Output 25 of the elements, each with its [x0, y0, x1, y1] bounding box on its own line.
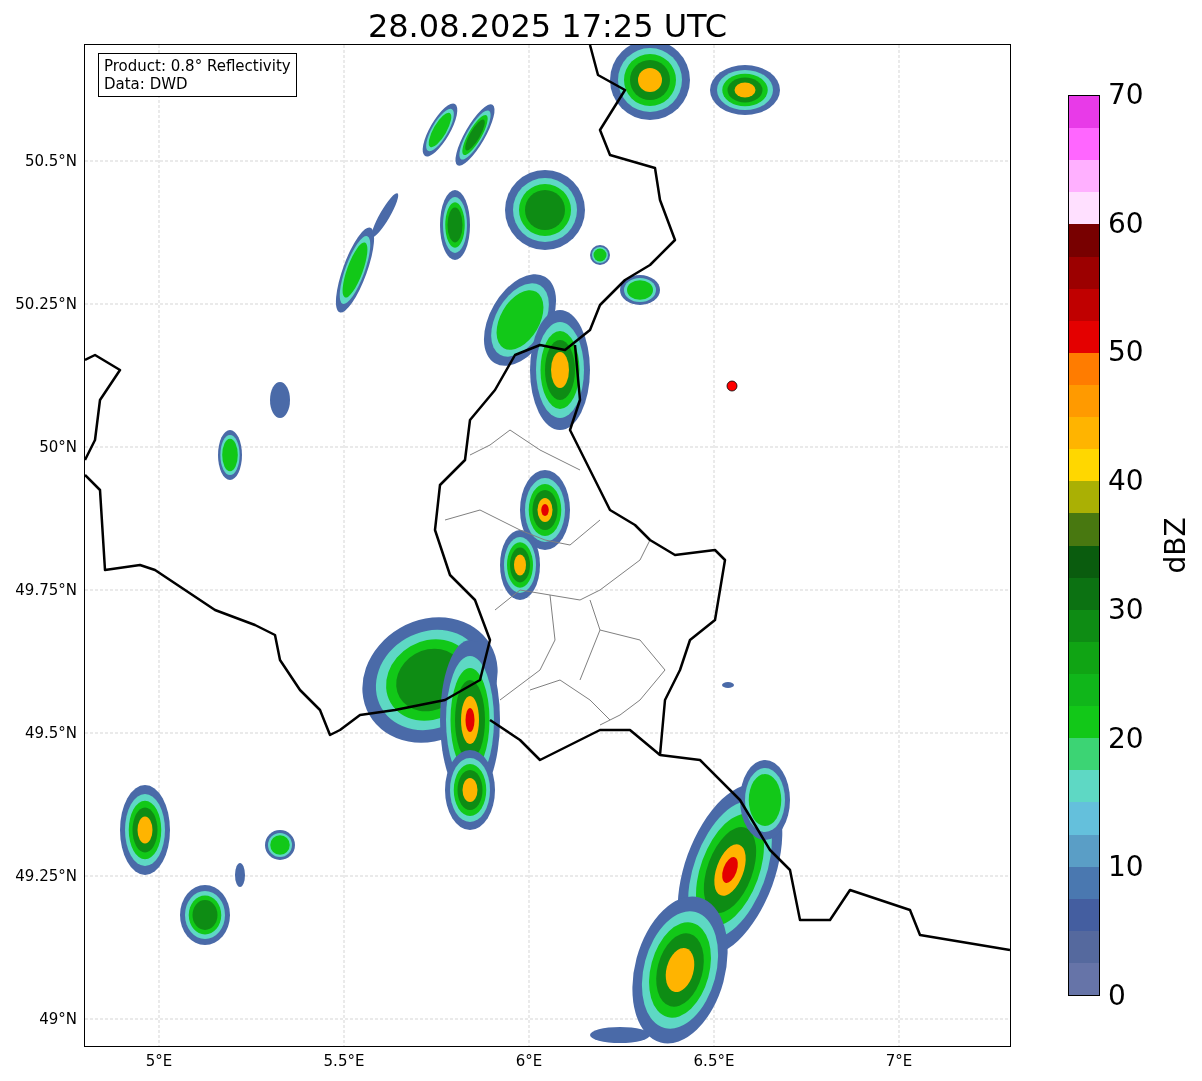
x-tick-label: 5°E [145, 1052, 173, 1070]
colorbar-tick-label: 10 [1108, 852, 1144, 883]
chart-title: 28.08.2025 17:25 UTC [366, 6, 729, 45]
colorbar-tick-label: 20 [1108, 723, 1144, 754]
colorbar-tick-label: 70 [1108, 80, 1144, 110]
colorbar-tick-label: 50 [1108, 337, 1144, 368]
info-text: Data: DWD [104, 75, 189, 93]
x-tick-label: 6°E [515, 1052, 543, 1070]
y-tick-label: 49.25°N [15, 867, 77, 885]
colorbar-tick-label: 0 [1108, 981, 1126, 1011]
colorbar-tick-label: 30 [1108, 594, 1144, 625]
y-tick-label: 50°N [39, 438, 77, 456]
colorbar-label: dBZ [1158, 517, 1192, 574]
x-tick-label: 5.5°E [323, 1052, 365, 1070]
y-tick-label: 49°N [39, 1010, 77, 1028]
location-marker [726, 380, 738, 392]
colorbar-tick-label: 40 [1108, 466, 1144, 497]
y-tick-label: 50.5°N [24, 152, 77, 170]
y-tick-label: 49.75°N [15, 581, 77, 599]
y-tick-label: 50.25°N [15, 295, 77, 313]
colorbar-tick-label: 60 [1108, 208, 1144, 239]
x-tick-label: 7°E [885, 1052, 913, 1070]
x-tick-label: 6.5°E [693, 1052, 735, 1070]
y-tick-label: 49.5°N [24, 724, 77, 742]
info-text: Product: 0.8° Reflectivity [104, 57, 291, 75]
